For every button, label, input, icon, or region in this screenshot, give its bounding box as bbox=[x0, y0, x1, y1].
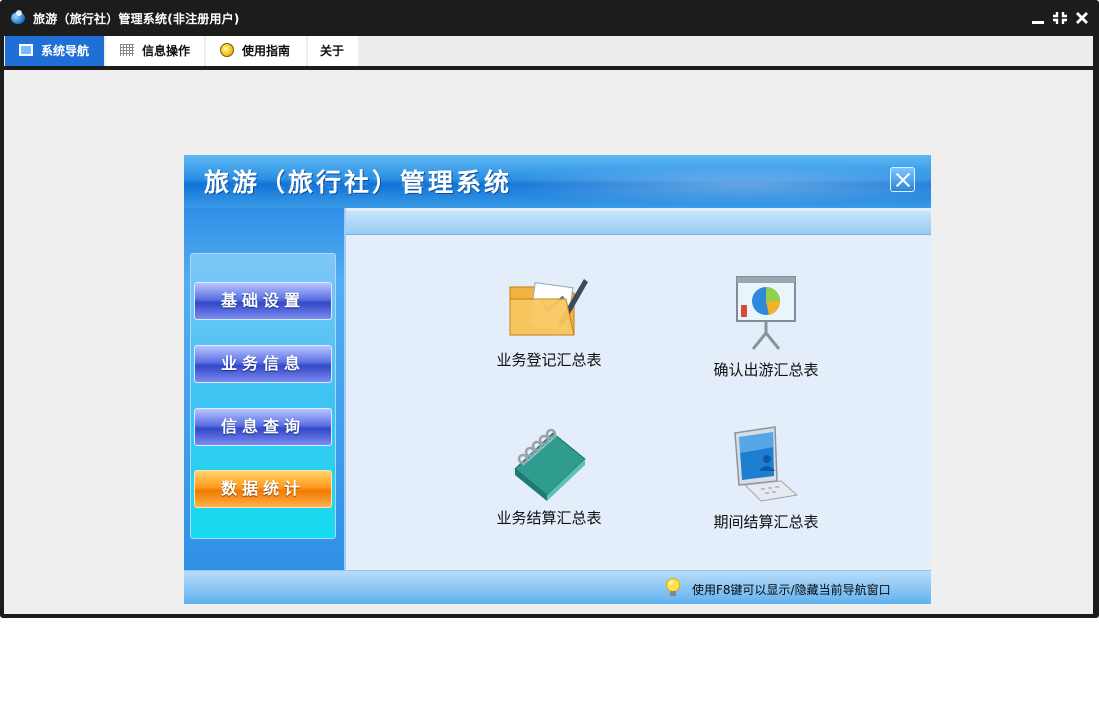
monitor-icon bbox=[734, 426, 799, 502]
bulb-icon bbox=[220, 43, 234, 57]
panel-sidebar bbox=[184, 208, 344, 570]
app-logo-icon bbox=[11, 10, 25, 24]
close-icon bbox=[1076, 12, 1088, 24]
close-button[interactable] bbox=[1074, 8, 1090, 28]
tab-label: 关于 bbox=[320, 44, 345, 58]
basic-settings-button[interactable]: 基础设置 bbox=[194, 282, 332, 320]
panel-close-button[interactable] bbox=[890, 167, 915, 192]
header-decoration bbox=[484, 165, 931, 205]
panel-title: 旅游（旅行社）管理系统 bbox=[204, 168, 513, 197]
monitor-icon bbox=[19, 44, 33, 56]
grid-icon bbox=[120, 44, 134, 56]
tile-confirmed-trips-summary[interactable]: 确认出游汇总表 bbox=[686, 273, 846, 380]
content-header-strip bbox=[346, 211, 931, 235]
info-query-button[interactable]: 信息查询 bbox=[194, 408, 332, 446]
tab-about[interactable]: 关于 bbox=[308, 36, 358, 66]
navigation-panel: 旅游（旅行社）管理系统 旅游（旅行社）管理系统 基础设置 业务信息 信息查询 数… bbox=[184, 155, 931, 604]
tab-label: 信息操作 bbox=[142, 44, 191, 58]
tile-business-registration-summary[interactable]: 业务登记汇总表 bbox=[469, 273, 629, 370]
panel-status-bar: 使用F8键可以显示/隐藏当前导航窗口 bbox=[184, 570, 931, 604]
folder-document-icon bbox=[509, 279, 588, 336]
tile-label: 业务登记汇总表 bbox=[496, 351, 602, 369]
report-tiles-area: 业务登记汇总表 确认出游汇总表 业务结算汇总表 期间结算汇总表 bbox=[346, 235, 931, 570]
restore-button[interactable] bbox=[1052, 8, 1068, 28]
tab-user-guide[interactable]: 使用指南 bbox=[206, 36, 306, 66]
tile-label: 业务结算汇总表 bbox=[496, 509, 602, 527]
minimize-icon bbox=[1032, 21, 1044, 24]
tab-information-operations[interactable]: 信息操作 bbox=[106, 36, 204, 66]
tab-system-navigation[interactable]: 系统导航 bbox=[5, 36, 104, 66]
restore-icon bbox=[1053, 12, 1067, 24]
minimize-button[interactable] bbox=[1030, 8, 1046, 28]
data-statistics-button[interactable]: 数据统计 bbox=[194, 470, 332, 508]
panel-header: 旅游（旅行社）管理系统 旅游（旅行社）管理系统 bbox=[184, 155, 931, 208]
tile-period-settlement-summary[interactable]: 期间结算汇总表 bbox=[686, 425, 846, 532]
business-info-button[interactable]: 业务信息 bbox=[194, 345, 332, 383]
status-hint: 使用F8键可以显示/隐藏当前导航窗口 bbox=[692, 583, 891, 597]
notebook-icon bbox=[514, 428, 586, 501]
tab-label: 使用指南 bbox=[242, 44, 291, 58]
presentation-chart-icon bbox=[736, 276, 796, 350]
tile-label: 确认出游汇总表 bbox=[713, 361, 819, 379]
title-bar[interactable]: 旅游（旅行社）管理系统(非注册用户) bbox=[0, 0, 1099, 36]
window-title: 旅游（旅行社）管理系统(非注册用户) bbox=[33, 12, 240, 26]
bulb-icon bbox=[666, 578, 680, 596]
tile-label: 期间结算汇总表 bbox=[713, 513, 819, 531]
tab-label: 系统导航 bbox=[41, 44, 90, 58]
tile-business-settlement-summary[interactable]: 业务结算汇总表 bbox=[469, 425, 629, 528]
